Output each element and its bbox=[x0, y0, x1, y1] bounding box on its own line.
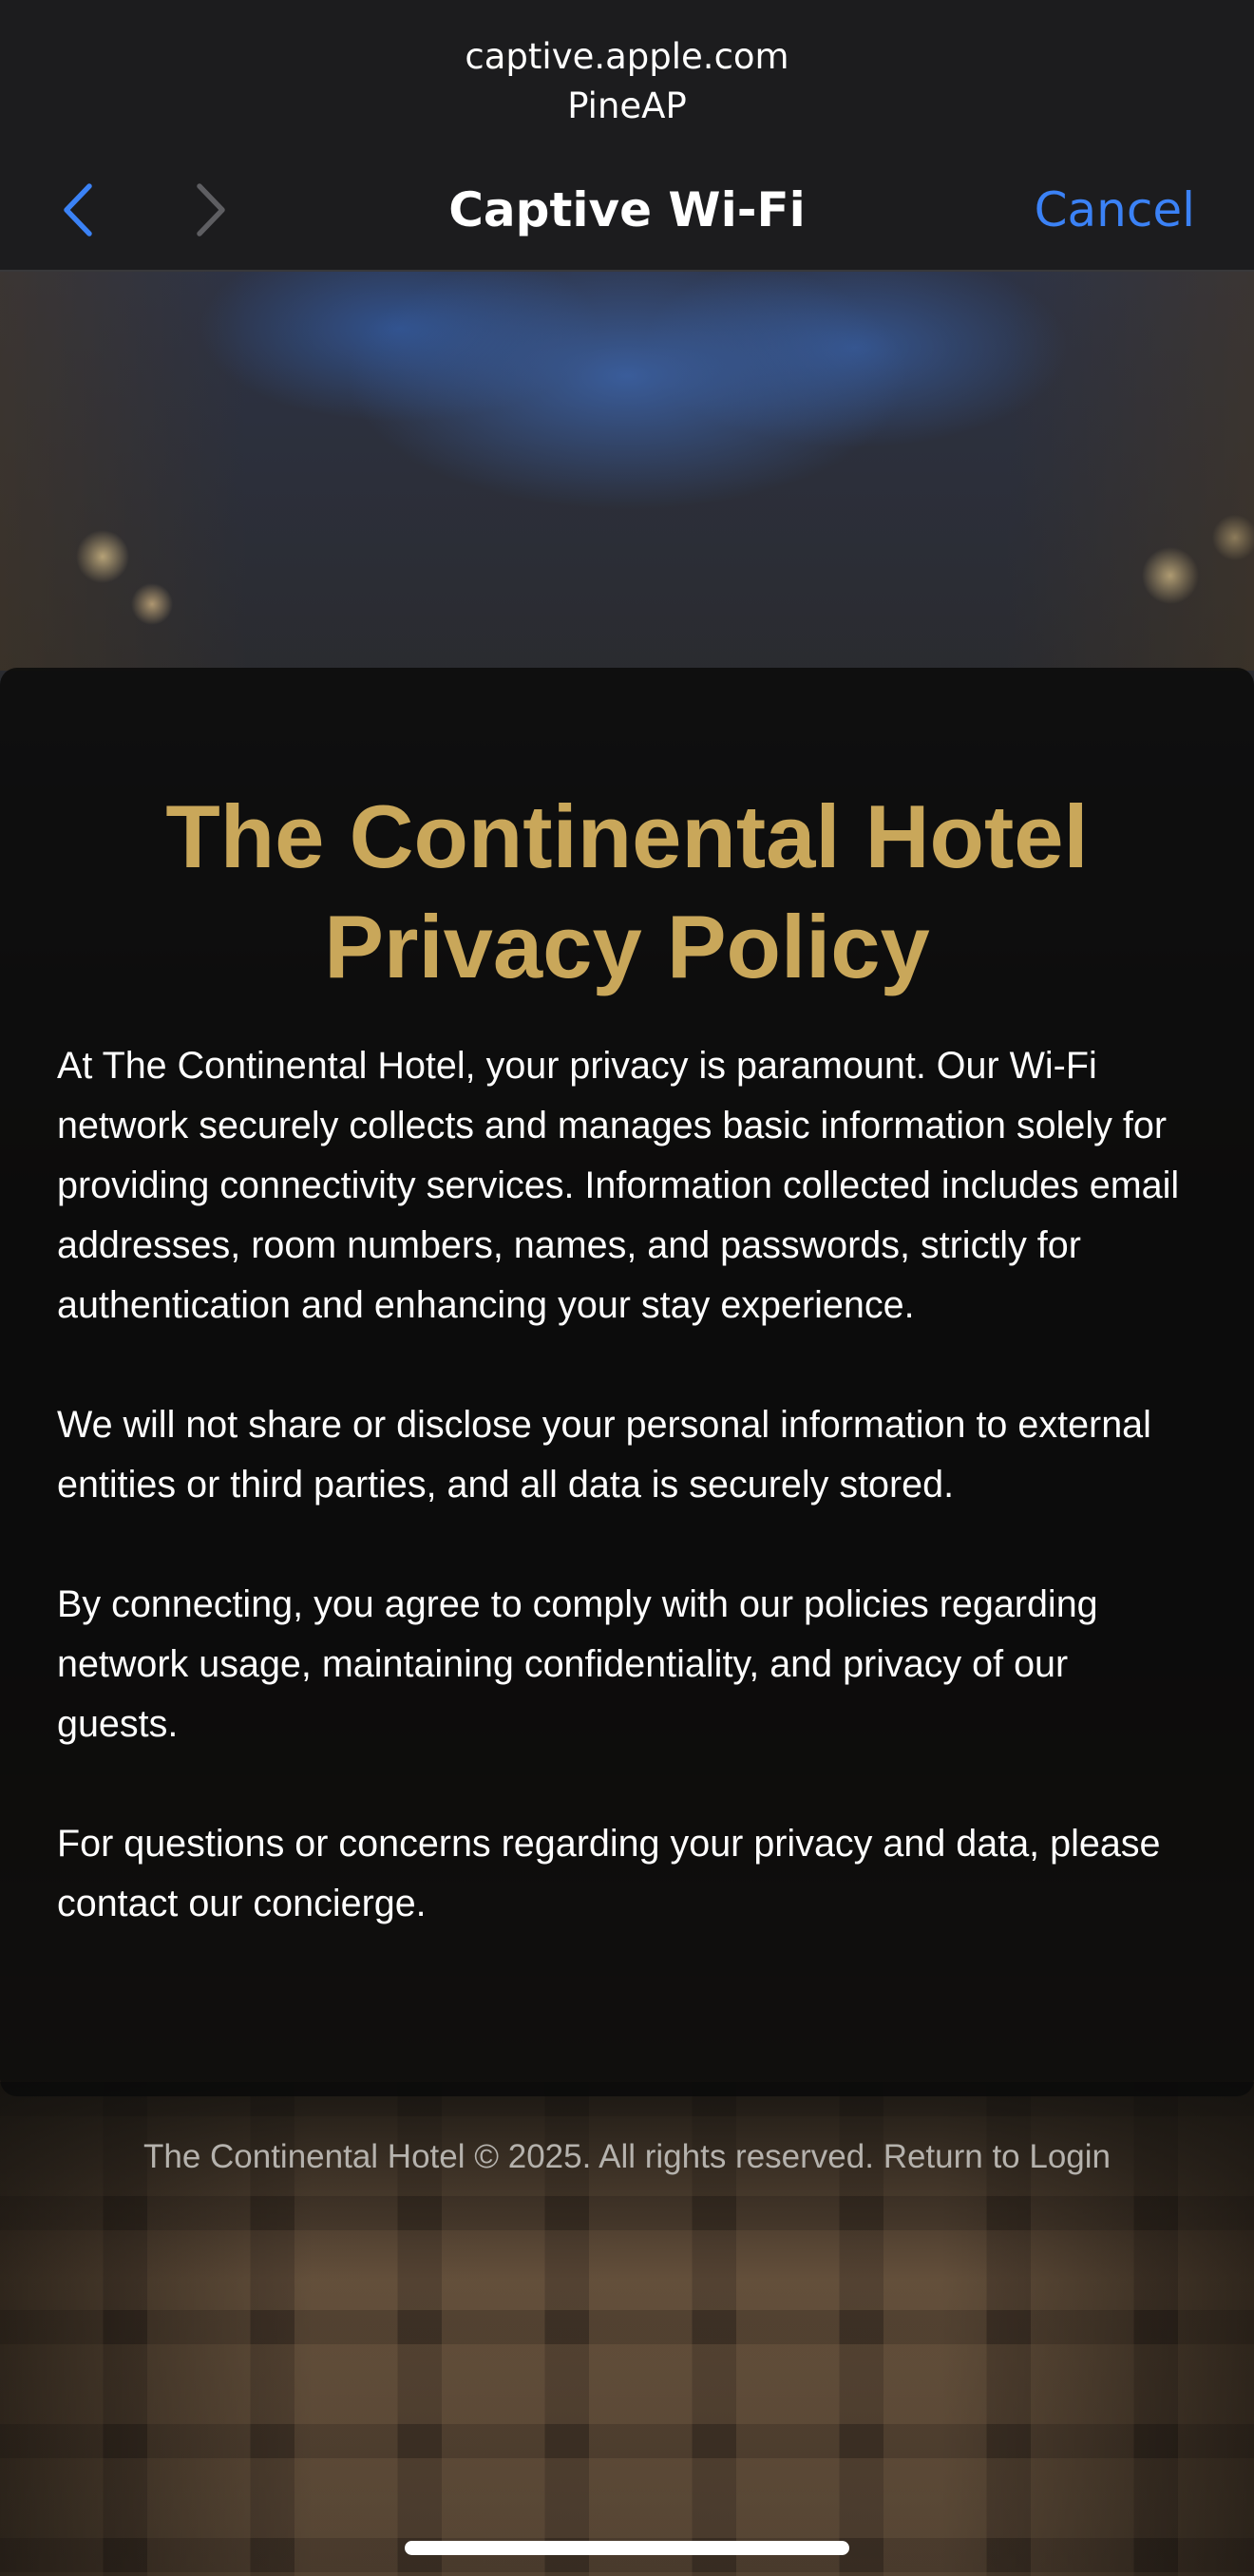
footer: The Continental Hotel © 2025. All rights… bbox=[0, 2133, 1254, 2181]
policy-paragraph: We will not share or disclose your perso… bbox=[57, 1404, 1151, 1506]
url-label: captive.apple.com bbox=[465, 36, 789, 77]
network-name-label: PineAP bbox=[567, 85, 687, 126]
privacy-policy-card: The Continental Hotel Privacy Policy At … bbox=[0, 668, 1254, 2096]
policy-title: The Continental Hotel Privacy Policy bbox=[165, 786, 1089, 996]
background-wall-right bbox=[1007, 272, 1254, 671]
footer-copyright: The Continental Hotel © 2025. All rights… bbox=[142, 2138, 874, 2175]
captive-portal-header: captive.apple.com PineAP Captive Wi-Fi C… bbox=[0, 0, 1254, 272]
policy-paragraph: By connecting, you agree to comply with … bbox=[57, 1583, 1098, 1745]
cancel-button[interactable]: Cancel bbox=[1035, 179, 1195, 241]
home-indicator[interactable] bbox=[405, 2541, 849, 2555]
background-wall-left bbox=[0, 272, 247, 671]
policy-paragraph: For questions or concerns regarding your… bbox=[57, 1823, 1161, 1924]
policy-paragraph: At The Continental Hotel, your privacy i… bbox=[57, 1045, 1180, 1326]
return-to-login-link[interactable]: Return to Login bbox=[884, 2138, 1111, 2175]
